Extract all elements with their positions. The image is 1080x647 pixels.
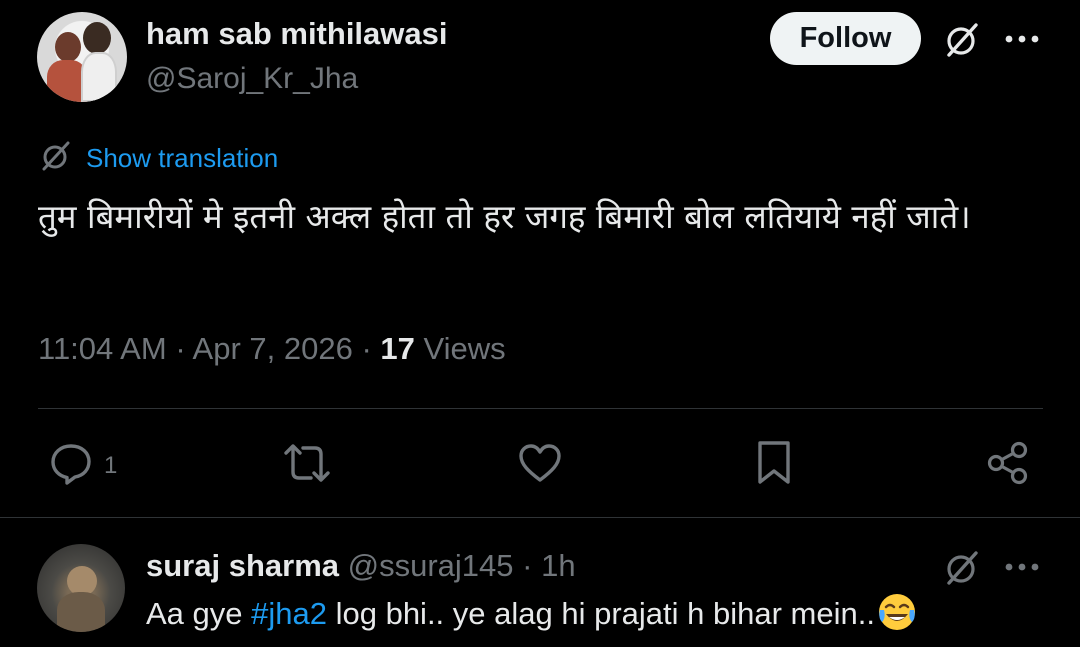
like-button[interactable] [518, 442, 562, 489]
tweet-meta: 11:04 AM · Apr 7, 2026 · 17 Views [38, 331, 506, 366]
author-display-name[interactable]: ham sab mithilawasi [146, 16, 448, 52]
author-handle[interactable]: @Saroj_Kr_Jha [146, 62, 358, 96]
tweet-text: तुम बिमारीयों मे इतनी अक्ल होता तो हर जग… [38, 197, 971, 236]
reply-author-handle[interactable]: @ssuraj145 [348, 548, 514, 583]
translate-icon [40, 140, 72, 177]
reply-author-avatar[interactable] [37, 544, 125, 632]
divider [38, 408, 1043, 409]
more-icon[interactable] [1003, 556, 1041, 578]
reply-icon [48, 440, 94, 491]
more-icon[interactable] [1003, 28, 1041, 50]
retweet-button[interactable] [283, 442, 331, 489]
views-count: 17 [380, 331, 415, 366]
grok-icon[interactable] [942, 20, 982, 60]
reply-button[interactable]: 1 [48, 440, 117, 491]
grok-icon[interactable] [942, 548, 982, 588]
hashtag-link[interactable]: #jha2 [251, 596, 327, 631]
reply-header: suraj sharma @ssuraj145 · 1h [146, 548, 576, 583]
face-with-tears-of-joy-icon [877, 592, 917, 632]
author-avatar[interactable] [37, 12, 127, 102]
tweet-date[interactable]: Apr 7, 2026 [193, 331, 353, 366]
show-translation-button[interactable]: Show translation [40, 140, 278, 177]
retweet-icon [283, 442, 331, 489]
reply-text-after: log bhi.. ye alag hi prajati h bihar mei… [326, 596, 875, 631]
reply-count: 1 [104, 451, 118, 479]
tweet-time[interactable]: 11:04 AM [38, 331, 167, 366]
reply-time[interactable]: 1h [541, 548, 575, 583]
reply-author-name[interactable]: suraj sharma [146, 548, 339, 583]
share-icon [985, 440, 1031, 491]
reply-text: Aa gye #jha2 log bhi.. ye alag hi prajat… [146, 592, 917, 632]
like-icon [518, 442, 562, 489]
divider [0, 517, 1080, 518]
show-translation-label: Show translation [86, 143, 279, 173]
bookmark-icon [754, 440, 794, 491]
reply-text-before: Aa gye [146, 596, 252, 631]
bookmark-button[interactable] [754, 440, 794, 491]
views-label: Views [423, 331, 506, 366]
follow-button[interactable]: Follow [770, 12, 921, 65]
share-button[interactable] [985, 440, 1031, 491]
